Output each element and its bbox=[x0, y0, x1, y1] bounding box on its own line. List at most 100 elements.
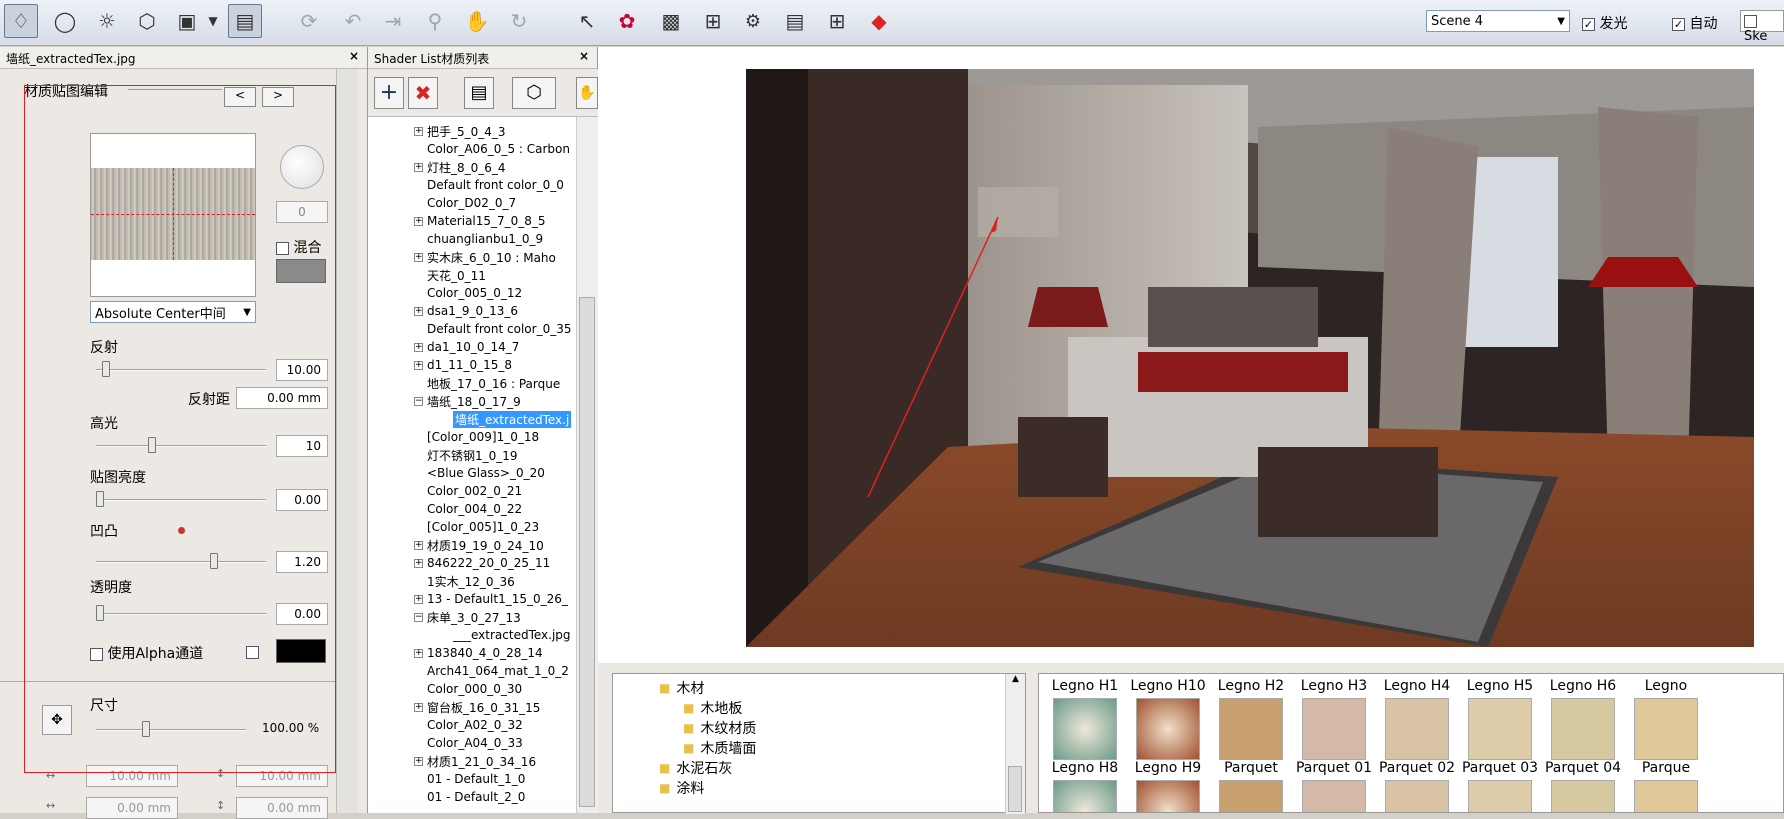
shader-item[interactable]: + Material15_7_0_8_5 bbox=[414, 213, 546, 229]
photo-icon[interactable]: ▩ bbox=[654, 4, 688, 38]
expand-icon[interactable]: + bbox=[414, 126, 423, 136]
shader-item[interactable]: Color_A04_0_33 bbox=[414, 735, 523, 751]
shader-item[interactable]: + 材质1_21_0_34_16 bbox=[414, 753, 536, 769]
material-thumb[interactable]: Legno H4 bbox=[1377, 678, 1457, 760]
shader-item[interactable]: + d1_11_0_15_8 bbox=[414, 357, 512, 373]
shader-item[interactable]: +13 - Default1_15_0_26_ bbox=[414, 591, 568, 607]
material-thumb[interactable]: Legno H6 bbox=[1543, 678, 1623, 760]
shader-item[interactable]: +183840_4_0_28_14 bbox=[414, 645, 543, 661]
add-view-icon[interactable]: ⊞ bbox=[820, 4, 854, 38]
shader-item[interactable]: [Color_009]1_0_18 bbox=[414, 429, 539, 445]
shader-item[interactable]: + da1_10_0_14_7 bbox=[414, 339, 519, 355]
material-thumb[interactable]: Legno H10 bbox=[1128, 678, 1208, 760]
folder-item[interactable]: ■ 木纹材质 bbox=[683, 718, 756, 738]
add-icon[interactable]: + bbox=[374, 77, 404, 109]
shader-item[interactable]: 01 - Default_1_0 bbox=[414, 771, 525, 787]
expand-icon[interactable]: + bbox=[414, 306, 423, 316]
glow-checkbox[interactable]: ✓ bbox=[1582, 17, 1595, 31]
shader-item[interactable]: Arch41_064_mat_1_0_2 bbox=[414, 663, 569, 679]
material-thumb[interactable]: Parque bbox=[1626, 760, 1706, 812]
shader-scrollbar[interactable] bbox=[576, 117, 598, 813]
render-icon[interactable]: ◆ bbox=[862, 4, 896, 38]
auto-toggle[interactable]: ✓ 自动 bbox=[1672, 13, 1717, 33]
shader-item[interactable]: Color_002_0_21 bbox=[414, 483, 522, 499]
glow-toggle[interactable]: ✓ 发光 bbox=[1582, 13, 1627, 33]
expand-icon[interactable]: + bbox=[414, 252, 423, 262]
shader-item[interactable]: − 墙纸_18_0_17_9 bbox=[414, 393, 521, 409]
close-icon[interactable]: × bbox=[349, 49, 359, 63]
shader-item[interactable]: Color_005_0_12 bbox=[414, 285, 522, 301]
zoom-icon[interactable]: ⚲ bbox=[418, 4, 452, 38]
orbit-icon[interactable]: ⟳ bbox=[292, 4, 326, 38]
close-icon[interactable]: × bbox=[579, 49, 589, 63]
shader-item[interactable]: Color_004_0_22 bbox=[414, 501, 522, 517]
auto-checkbox[interactable]: ✓ bbox=[1672, 17, 1685, 31]
folder-item[interactable]: ■ 木地板 bbox=[683, 698, 742, 718]
shader-item[interactable]: 天花_0_11 bbox=[414, 267, 486, 283]
shader-item[interactable]: 灯不锈钢1_0_19 bbox=[414, 447, 518, 463]
picker-icon[interactable]: ⬡ bbox=[512, 77, 556, 109]
shader-item[interactable]: + 灯柱_8_0_6_4 bbox=[414, 159, 506, 175]
hand-icon[interactable]: ✋ bbox=[460, 4, 494, 38]
picture-icon[interactable]: ▤ bbox=[464, 77, 494, 109]
material-thumb[interactable]: Parquet 02 bbox=[1377, 760, 1457, 812]
expand-icon[interactable]: + bbox=[414, 702, 423, 712]
shader-item[interactable]: [Color_005]1_0_23 bbox=[414, 519, 539, 535]
sun-icon[interactable]: ☼ bbox=[90, 4, 124, 38]
expand-icon[interactable]: + bbox=[414, 558, 423, 568]
folder-item[interactable]: ■ 木材 bbox=[659, 678, 704, 698]
material-thumb[interactable]: Legno H9 bbox=[1128, 760, 1208, 812]
material-thumb[interactable]: Legno H8 bbox=[1045, 760, 1125, 812]
material-thumb[interactable]: Legno bbox=[1626, 678, 1706, 760]
refresh-icon[interactable]: ↻ bbox=[502, 4, 536, 38]
shader-item[interactable]: Color_D02_0_7 bbox=[414, 195, 516, 211]
offset-y-field[interactable]: 0.00 mm bbox=[236, 797, 328, 819]
crop-icon[interactable]: ⊞ bbox=[696, 4, 730, 38]
shader-item[interactable]: Default front color_0_0 bbox=[414, 177, 564, 193]
shader-item[interactable]: chuanglianbu1_0_9 bbox=[414, 231, 543, 247]
axis-icon[interactable]: ↖ bbox=[570, 4, 604, 38]
material-thumb[interactable]: Legno H5 bbox=[1460, 678, 1540, 760]
shader-item[interactable]: 01 - Default_2_0 bbox=[414, 789, 525, 805]
expand-icon[interactable]: + bbox=[414, 360, 423, 370]
shader-item[interactable]: Color_A06_0_5 : Carbon bbox=[414, 141, 570, 157]
expand-icon[interactable]: + bbox=[414, 540, 423, 550]
palette-icon[interactable]: ✿ bbox=[610, 4, 644, 38]
shader-item[interactable]: ___extractedTex.jpg bbox=[440, 627, 571, 643]
gear-icon[interactable]: ⚙ bbox=[736, 4, 770, 38]
shader-item[interactable]: + 实木床_6_0_10 : Maho bbox=[414, 249, 556, 265]
sky-toggle[interactable]: Ske bbox=[1740, 10, 1784, 44]
sky-checkbox[interactable] bbox=[1744, 15, 1757, 28]
material-thumb[interactable]: Parquet 01 bbox=[1294, 760, 1374, 812]
folder-item[interactable]: ■ 木质墙面 bbox=[683, 738, 756, 758]
panel-icon[interactable]: ▤ bbox=[228, 4, 262, 38]
folder-item[interactable]: ■ 涂料 bbox=[659, 778, 704, 798]
material-thumb[interactable]: Legno H3 bbox=[1294, 678, 1374, 760]
render-viewport[interactable] bbox=[598, 47, 1784, 663]
shader-item[interactable]: − 床单_3_0_27_13 bbox=[414, 609, 521, 625]
shader-item[interactable]: + 窗台板_16_0_31_15 bbox=[414, 699, 540, 715]
paint-bucket-icon[interactable]: ♢ bbox=[4, 4, 38, 38]
hand-icon[interactable]: ✋ bbox=[576, 77, 598, 109]
camera-icon[interactable]: ▣ bbox=[170, 4, 204, 38]
cube-icon[interactable]: ⬡ bbox=[130, 4, 164, 38]
expand-icon[interactable]: + bbox=[414, 756, 423, 766]
export-icon[interactable]: ⇥ bbox=[376, 4, 410, 38]
material-thumb[interactable]: Parquet 04 bbox=[1543, 760, 1623, 812]
delete-icon[interactable]: ✖ bbox=[408, 77, 438, 109]
shader-item[interactable]: + 把手_5_0_4_3 bbox=[414, 123, 506, 139]
dropdown-icon[interactable]: ▼ bbox=[204, 4, 222, 38]
material-thumb[interactable]: Legno H2 bbox=[1211, 678, 1291, 760]
shader-item[interactable]: 1实木_12_0_36 bbox=[414, 573, 515, 589]
offset-x-field[interactable]: 0.00 mm bbox=[86, 797, 178, 819]
shader-item[interactable]: Default front color_0_35 bbox=[414, 321, 571, 337]
window-icon[interactable]: ▤ bbox=[778, 4, 812, 38]
shader-item[interactable]: 墙纸_extractedTex.j bbox=[440, 410, 572, 428]
bulb-icon[interactable]: ◯ bbox=[48, 4, 82, 38]
folder-scrollbar[interactable]: ▲ bbox=[1005, 674, 1025, 814]
shader-item[interactable]: <Blue Glass>_0_20 bbox=[414, 465, 545, 481]
expand-icon[interactable]: + bbox=[414, 594, 423, 604]
shader-item[interactable]: +846222_20_0_25_11 bbox=[414, 555, 550, 571]
collapse-icon[interactable]: − bbox=[414, 612, 423, 622]
expand-icon[interactable]: + bbox=[414, 216, 423, 226]
